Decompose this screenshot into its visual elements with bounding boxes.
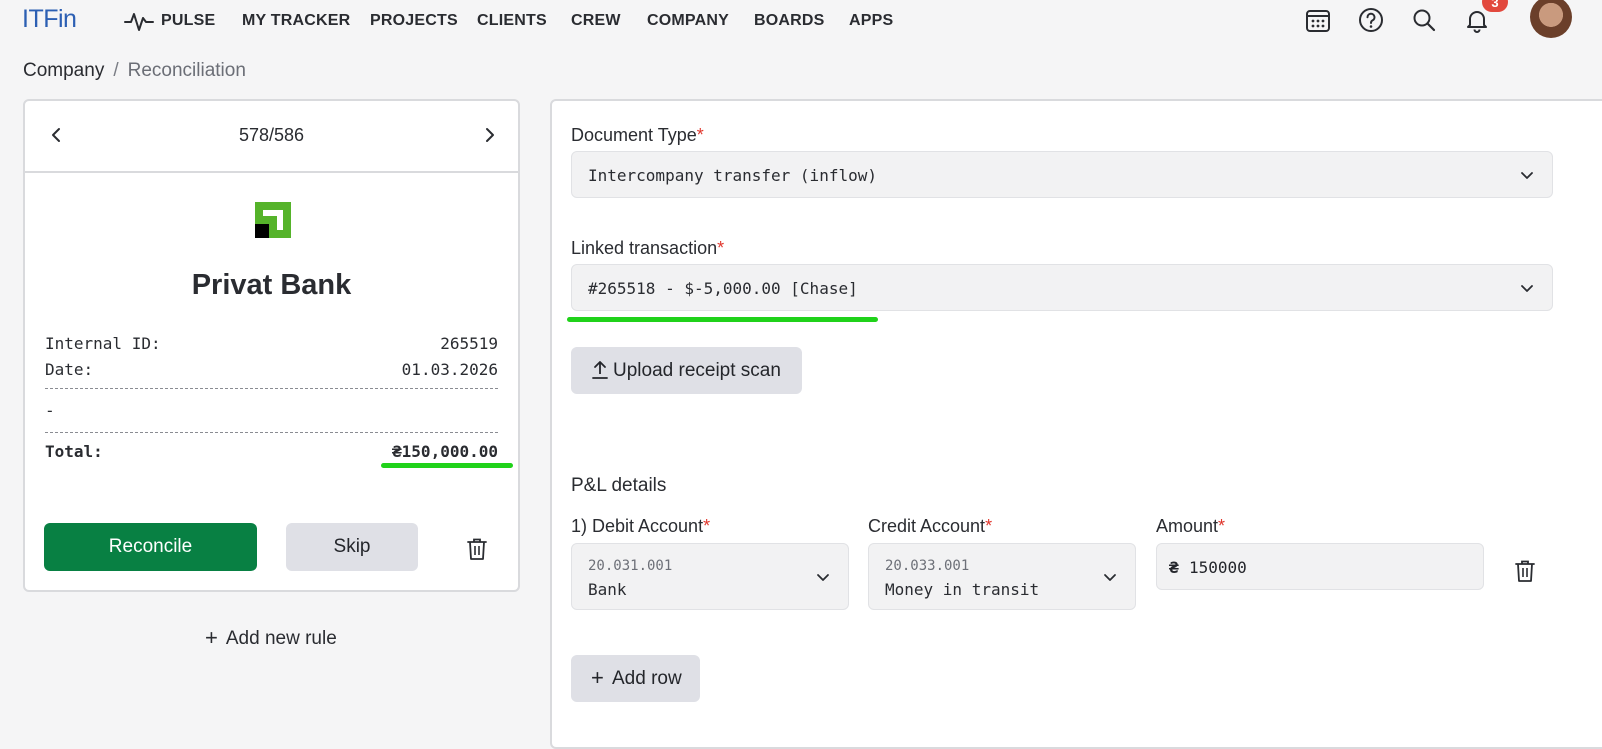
- pl-details-title: P&L details: [571, 475, 667, 496]
- date-label: Date:: [45, 360, 94, 379]
- nav-apps[interactable]: APPS: [849, 12, 893, 30]
- amount-label: Amount*: [1156, 516, 1225, 537]
- avatar[interactable]: [1530, 0, 1572, 38]
- app-logo[interactable]: ITFin: [22, 5, 77, 34]
- linked-transaction-select[interactable]: #265518 - $-5,000.00 [Chase]: [571, 264, 1553, 311]
- document-type-value: Intercompany transfer (inflow): [588, 166, 877, 185]
- document-type-label-text: Document Type: [571, 125, 697, 145]
- date-value: 01.03.2026: [401, 360, 498, 379]
- currency-symbol: ₴: [1169, 558, 1179, 577]
- amount-input[interactable]: ₴ 150000: [1156, 543, 1484, 590]
- debit-account-select[interactable]: 20.031.001 Bank: [571, 543, 849, 610]
- notification-badge: 3: [1482, 0, 1508, 12]
- amount-label-text: Amount: [1156, 516, 1219, 536]
- required-mark: *: [703, 516, 711, 536]
- debit-account-label-text: 1) Debit Account: [571, 516, 704, 536]
- highlight-underline: [567, 317, 878, 322]
- total-label: Total:: [45, 442, 103, 461]
- document-type-label: Document Type*: [571, 125, 704, 146]
- add-new-rule-button[interactable]: + Add new rule: [205, 624, 337, 650]
- plus-icon: +: [591, 665, 604, 690]
- calendar-icon[interactable]: [1304, 6, 1332, 34]
- upload-receipt-label: Upload receipt scan: [613, 360, 781, 381]
- chevron-down-icon: [1104, 574, 1116, 581]
- chevron-down-icon: [1521, 285, 1533, 292]
- required-mark: *: [717, 238, 725, 258]
- nav-pulse[interactable]: PULSE: [161, 12, 215, 30]
- credit-account-name: Money in transit: [885, 580, 1040, 599]
- nav-my-tracker[interactable]: MY TRACKER: [242, 12, 350, 30]
- total-value: ₴150,000.00: [392, 442, 498, 461]
- nav-crew[interactable]: CREW: [571, 12, 621, 30]
- credit-account-label-text: Credit Account: [868, 516, 986, 536]
- credit-account-code: 20.033.001: [885, 558, 970, 574]
- amount-value: 150000: [1189, 558, 1247, 577]
- breadcrumb-current: Reconciliation: [127, 60, 246, 81]
- nav-projects[interactable]: PROJECTS: [370, 12, 458, 30]
- required-mark: *: [696, 125, 704, 145]
- add-new-rule-label: Add new rule: [225, 628, 337, 649]
- linked-transaction-value: #265518 - $-5,000.00 [Chase]: [588, 279, 858, 298]
- breadcrumb: Company / Reconciliation: [23, 60, 246, 82]
- reconcile-button[interactable]: Reconcile: [44, 523, 257, 571]
- skip-button[interactable]: Skip: [286, 523, 418, 571]
- chevron-right-icon[interactable]: [477, 123, 501, 147]
- pulse-icon[interactable]: [124, 8, 154, 34]
- transaction-card: 578/586 Privat Bank Internal ID: 265519 …: [23, 99, 520, 592]
- credit-account-label: Credit Account*: [868, 516, 992, 537]
- trash-icon[interactable]: [1514, 559, 1536, 583]
- nav-company[interactable]: COMPANY: [647, 12, 729, 30]
- highlight-underline: [381, 463, 513, 468]
- debit-account-name: Bank: [588, 580, 627, 599]
- help-icon[interactable]: [1357, 6, 1385, 34]
- document-type-select[interactable]: Intercompany transfer (inflow): [571, 151, 1553, 198]
- add-row-label: Add row: [612, 668, 682, 689]
- required-mark: *: [985, 516, 993, 536]
- credit-account-select[interactable]: 20.033.001 Money in transit: [868, 543, 1136, 610]
- pager: 578/586: [25, 101, 518, 173]
- breadcrumb-company[interactable]: Company: [23, 60, 104, 81]
- required-mark: *: [1218, 516, 1226, 536]
- upload-icon: [592, 361, 608, 379]
- internal-id-value: 265519: [440, 334, 498, 353]
- nav-clients[interactable]: CLIENTS: [477, 12, 547, 30]
- pager-count: 578/586: [238, 125, 305, 145]
- upload-receipt-button[interactable]: Upload receipt scan: [571, 347, 802, 394]
- search-icon[interactable]: [1410, 6, 1438, 34]
- divider: [45, 388, 498, 389]
- bank-name: Privat Bank: [191, 269, 352, 301]
- top-navigation: ITFin PULSE MY TRACKER PROJECTS CLIENTS …: [0, 0, 1602, 44]
- divider: [45, 432, 498, 433]
- breadcrumb-separator: /: [113, 60, 119, 81]
- linked-transaction-label-text: Linked transaction: [571, 238, 718, 258]
- add-row-button[interactable]: + Add row: [571, 655, 700, 702]
- description-value: -: [45, 401, 55, 420]
- plus-icon: +: [205, 625, 218, 650]
- internal-id-label: Internal ID:: [45, 334, 161, 353]
- nav-boards[interactable]: BOARDS: [754, 12, 825, 30]
- debit-account-label: 1) Debit Account*: [571, 516, 710, 537]
- debit-account-code: 20.031.001: [588, 558, 673, 574]
- chevron-down-icon: [817, 574, 829, 581]
- linked-transaction-label: Linked transaction*: [571, 238, 724, 259]
- privat-bank-logo: [255, 202, 291, 238]
- chevron-down-icon: [1521, 172, 1533, 179]
- trash-icon[interactable]: [466, 537, 488, 561]
